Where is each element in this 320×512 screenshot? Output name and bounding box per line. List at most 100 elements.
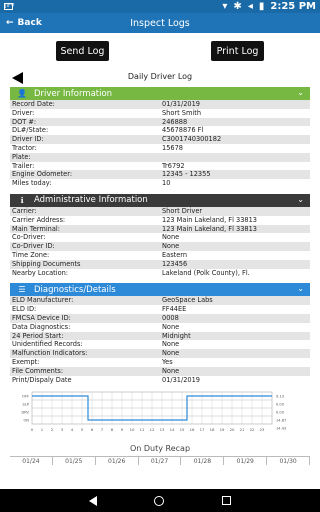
row-label: Malfunction Indicators: <box>12 349 88 358</box>
row-label: Exempt: <box>12 357 40 366</box>
graph-hour-label: 7 <box>101 427 104 432</box>
graph-hour-label: 3 <box>61 427 64 432</box>
volume-icon: ◂ <box>247 1 253 12</box>
table-row: Carrier: Short Driver <box>10 206 310 216</box>
row-value: Midnight <box>162 331 191 340</box>
person-icon: 👤 <box>17 89 27 98</box>
row-value: Short Smith <box>162 108 201 117</box>
table-row: Co-Driver: None <box>10 233 310 242</box>
graph-total-label: 9.13 <box>276 395 284 399</box>
graph-row-label: SLP <box>23 403 30 407</box>
table-row: ELD Manufacturer: GeoSpace Labs <box>10 296 310 306</box>
table-row: Co-Driver ID: None <box>10 242 310 251</box>
diagnostics-header[interactable]: ☰ Diagnostics/Details ⌄ <box>10 283 310 297</box>
arrow-left-icon: ← <box>6 18 14 28</box>
duty-status-graph: OFF SLP DRV ON 9.13 0.00 0.00 14.87 14.43 0 1 2 3 4 5 6… <box>10 390 310 434</box>
notification-icon: JIFV <box>4 3 15 10</box>
recents-nav-icon[interactable] <box>222 496 232 505</box>
graph-hour-label: 5 <box>81 427 84 432</box>
graph-hour-label: 8 <box>111 427 114 432</box>
back-button[interactable]: ← Back <box>0 18 90 28</box>
status-time: 2:25 PM <box>270 1 316 12</box>
row-value: 123 Main Lakeland, Fl 33813 <box>162 224 257 233</box>
table-row: Carrier Address: 123 Main Lakeland, Fl 33… <box>10 216 310 225</box>
driver-info-header[interactable]: 👤 Driver Information ⌄ <box>10 87 310 100</box>
android-nav-bar <box>0 489 320 512</box>
table-row: Exempt: Yes <box>10 358 310 367</box>
table-row: File Comments: None <box>10 366 310 376</box>
row-label: ELD Manufacturer: <box>12 296 74 305</box>
row-label: DL#/State: <box>12 126 49 135</box>
chevron-down-icon: ⌄ <box>297 194 304 204</box>
row-value: 0008 <box>162 313 179 322</box>
row-label: Carrier Address: <box>12 215 66 224</box>
row-value: None <box>162 340 180 349</box>
main-content[interactable]: Send Log Print Log Daily Driver Log 👤 Dr… <box>0 33 320 489</box>
table-row: Trailer: Tr6792 <box>10 162 310 171</box>
graph-row-label: DRV <box>21 411 29 415</box>
send-log-button[interactable]: Send Log <box>56 41 109 61</box>
graph-hour-label: 13 <box>160 427 165 432</box>
graph-row-label: ON <box>23 419 29 423</box>
row-value: C3001740300182 <box>162 135 222 144</box>
row-value: 15678 <box>162 143 183 152</box>
graph-hour-label: 0 <box>31 427 34 432</box>
graph-hour-label: 18 <box>210 427 215 432</box>
row-label: Co-Driver: <box>12 233 46 242</box>
back-label: Back <box>17 18 42 28</box>
row-label: FMCSA Device ID: <box>12 313 71 322</box>
chevron-down-icon: ⌄ <box>297 284 304 294</box>
row-label: ELD ID: <box>12 305 37 314</box>
row-value: GeoSpace Labs <box>162 296 213 305</box>
wifi-icon: ▾ <box>222 1 228 12</box>
recap-date: 01/29 <box>224 457 268 466</box>
row-label: Driver ID: <box>12 135 44 144</box>
graph-hour-label: 9 <box>121 427 124 432</box>
home-nav-icon[interactable] <box>154 495 165 506</box>
row-value: Tr6792 <box>162 161 185 170</box>
graph-hour-label: 16 <box>190 427 195 432</box>
graph-hour-label: 12 <box>150 427 155 432</box>
row-label: Main Terminal: <box>12 224 60 233</box>
log-title: Daily Driver Log <box>127 72 193 81</box>
recap-date: 01/27 <box>139 457 182 466</box>
row-value: None <box>162 366 180 375</box>
graph-total-label: 14.87 <box>276 419 286 423</box>
print-log-button[interactable]: Print Log <box>211 41 264 61</box>
driver-info-table: Record Date: 01/31/2019 Driver: Short Smith… <box>10 100 310 188</box>
row-label: Driver: <box>12 108 35 117</box>
table-row: 24 Period Start: Midnight <box>10 331 310 341</box>
log-navigation: Daily Driver Log <box>0 69 320 87</box>
table-row: FMCSA Device ID: 0008 <box>10 313 310 323</box>
admin-info-header[interactable]: ℹ Administrative Information ⌄ <box>10 193 310 207</box>
recap-title: On Duty Recap <box>129 444 191 454</box>
graph-hour-label: 2 <box>51 427 54 432</box>
graph-hour-label: 19 <box>220 427 225 432</box>
table-row: Driver ID: C3001740300182 <box>10 135 310 144</box>
row-value: 45678876 Fl <box>162 126 204 135</box>
row-value: None <box>162 242 180 251</box>
list-icon: ☰ <box>18 285 26 295</box>
graph-hour-label: 22 <box>250 427 255 432</box>
table-row: Data Diagnostics: None <box>10 323 310 332</box>
row-label: Nearby Location: <box>12 268 69 277</box>
bluetooth-icon: ✱ <box>233 1 242 12</box>
graph-hour-label: 20 <box>230 427 235 432</box>
graph-hour-label: 17 <box>200 427 205 432</box>
row-value: None <box>162 349 180 358</box>
battery-icon: ▮ <box>258 1 265 12</box>
diagnostics-table: ELD Manufacturer: GeoSpace Labs ELD ID: FF4… <box>10 296 310 384</box>
graph-row-label: OFF <box>22 395 29 399</box>
row-value: 01/31/2019 <box>162 100 201 108</box>
row-label: Carrier: <box>12 206 37 215</box>
table-row: Main Terminal: 123 Main Lakeland, Fl 3381… <box>10 224 310 234</box>
table-row: ELD ID: FF44EE <box>10 305 310 314</box>
back-nav-icon[interactable] <box>88 495 97 506</box>
row-value: 01/31/2019 <box>162 375 201 384</box>
table-row: Miles today: 10 <box>10 179 310 188</box>
row-value: FF44EE <box>162 305 187 314</box>
graph-hour-label: 15 <box>180 427 185 432</box>
app-bar: ← Back Inspect Logs <box>0 13 320 33</box>
row-label: File Comments: <box>12 366 64 375</box>
graph-hour-label: 6 <box>91 427 94 432</box>
